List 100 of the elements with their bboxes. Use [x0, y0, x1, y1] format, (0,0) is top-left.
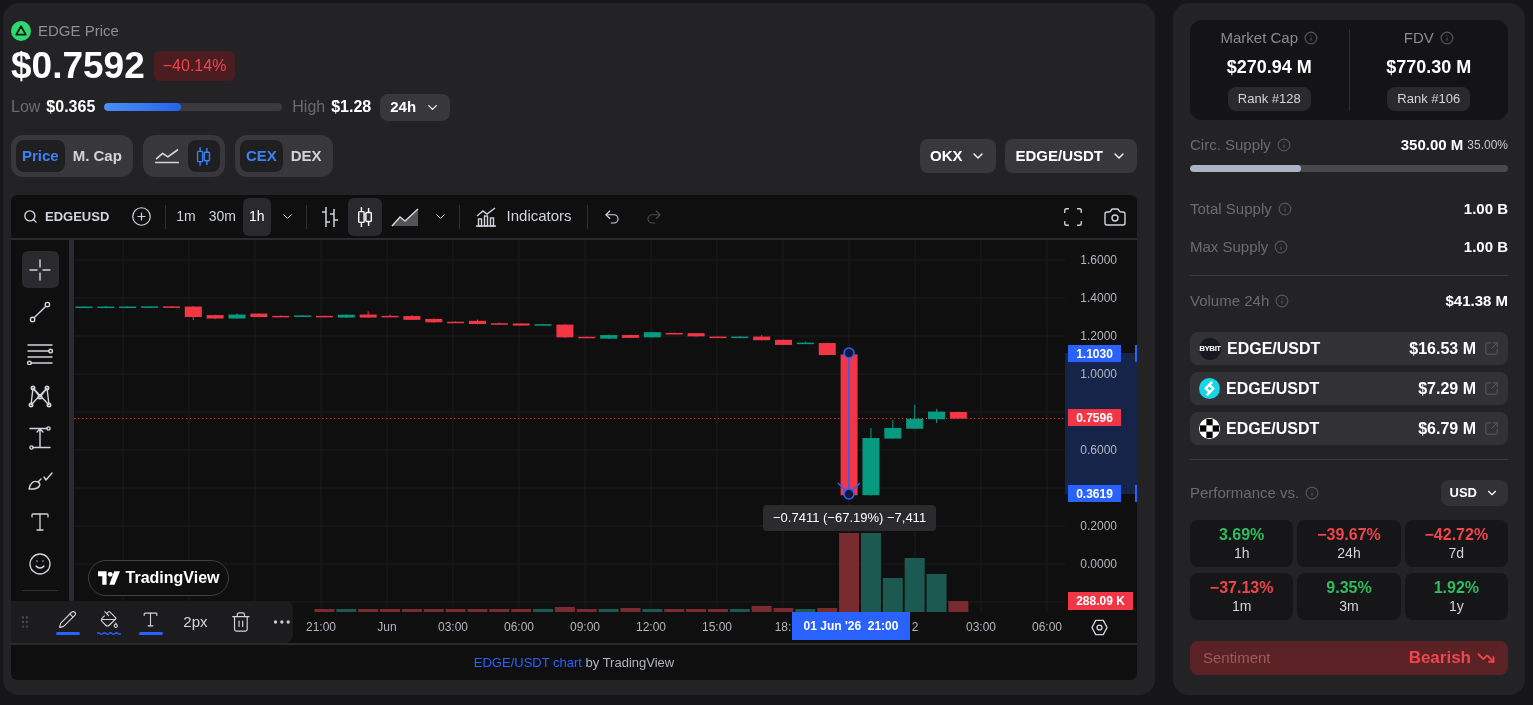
toggle-option[interactable]: CEX — [239, 140, 283, 172]
settings-icon[interactable] — [1090, 619, 1108, 636]
interval-tab[interactable]: 1m — [170, 197, 202, 236]
sentiment-value: Bearish — [1408, 647, 1471, 670]
market-dropdown[interactable]: OKX — [919, 139, 997, 173]
performance-period: 3m — [1339, 598, 1359, 615]
chart-style-button[interactable] — [347, 197, 382, 236]
candle — [796, 341, 814, 345]
checker-logo-icon — [1199, 418, 1220, 439]
toggle-option[interactable]: DEX — [284, 140, 328, 172]
interval-tab[interactable]: 1h — [243, 197, 271, 236]
undo-icon[interactable] — [602, 207, 621, 226]
line-chart-icon — [153, 148, 180, 164]
candle — [447, 320, 465, 324]
candle — [600, 334, 618, 340]
volume-tag: 288.09 K — [1068, 592, 1133, 610]
candle — [381, 314, 399, 318]
token-title: EDGE Price — [38, 20, 119, 41]
price-scale-label: 1.4000 — [1080, 291, 1117, 305]
search-icon — [23, 209, 38, 224]
price-change-badge: −40.14% — [153, 51, 236, 81]
candle — [272, 315, 290, 318]
candle — [184, 305, 202, 321]
candle — [687, 332, 705, 338]
metric-value: $770.30 M — [1386, 57, 1472, 77]
low-label: Low — [11, 97, 41, 117]
candle — [906, 404, 924, 430]
paint-bucket-icon — [99, 609, 119, 629]
interval-tab[interactable]: 30m — [202, 197, 242, 236]
area-chart-icon — [390, 206, 419, 227]
stat-value: 1.00 B — [1463, 236, 1508, 257]
toggle-option[interactable]: Price — [16, 140, 65, 172]
market-volume: $6.79 M — [1418, 418, 1476, 439]
info-icon[interactable] — [1439, 31, 1454, 45]
performance-period: 1m — [1231, 598, 1252, 615]
pencil-icon — [58, 609, 78, 629]
rank-badge: Rank #106 — [1387, 87, 1471, 111]
info-icon[interactable] — [1304, 31, 1318, 45]
rank-badge: Rank #128 — [1227, 87, 1311, 111]
price-tag: 1.1030 — [1068, 345, 1121, 362]
candle — [622, 334, 639, 339]
time-scale-label: 03:00 — [966, 620, 996, 634]
low-price: $0.365 — [46, 97, 96, 117]
time-scale-label: Jun — [377, 620, 397, 634]
price-scale-label: 0.6000 — [1080, 443, 1117, 457]
market-row[interactable]: EDGE/USDT $6.79 M — [1190, 412, 1508, 445]
stat-value: $41.38 M — [1445, 290, 1508, 311]
candle — [534, 323, 552, 326]
drawing-tool-button[interactable] — [21, 251, 59, 288]
chart-link[interactable]: EDGE/USDT chart — [473, 654, 582, 670]
market-pair: EDGE/USDT — [1226, 378, 1320, 399]
performance-change: 9.35% — [1326, 578, 1372, 597]
add-compare-icon[interactable] — [131, 206, 153, 227]
performance-change: −39.67% — [1317, 525, 1381, 544]
sentiment-label: Sentiment — [1203, 647, 1271, 668]
toggle-option[interactable]: M. Cap — [66, 140, 128, 172]
market-volume: $7.29 M — [1418, 378, 1476, 399]
chart-type-toggle[interactable] — [187, 140, 220, 172]
fullscreen-icon[interactable] — [1062, 205, 1084, 228]
price-scale-label: 0.2000 — [1080, 519, 1117, 533]
market-row[interactable]: BYBIT EDGE/USDT $16.53 M — [1190, 332, 1508, 365]
color-swatch-icon — [97, 631, 122, 635]
market-dropdown[interactable]: EDGE/USDT — [1005, 139, 1137, 173]
metric-label: Market Cap — [1220, 27, 1298, 48]
period-dropdown[interactable]: 24h — [380, 93, 451, 121]
time-scale-label: 21:00 — [306, 620, 336, 634]
high-label: High — [292, 97, 326, 117]
candle — [141, 305, 159, 308]
stat-label: Total Supply — [1190, 198, 1272, 219]
candle — [228, 313, 246, 320]
market-row[interactable]: EDGE/USDT $7.29 M — [1190, 372, 1508, 405]
smiley-icon — [28, 551, 52, 576]
candle — [119, 305, 137, 309]
indicators-icon — [474, 206, 497, 227]
trash-icon[interactable] — [229, 611, 252, 633]
supply-percent: 35.00% — [1467, 137, 1508, 154]
tradingview-badge[interactable]: TradingView — [88, 560, 229, 596]
line-width-button[interactable]: 2px — [179, 605, 212, 639]
time-scale-label: 06:00 — [1032, 620, 1062, 634]
candle — [928, 408, 946, 424]
candle — [469, 319, 486, 325]
time-scale-label: 18: — [774, 620, 792, 634]
price-scale-label: 1.0000 — [1080, 367, 1117, 381]
stat-value: 1.00 B — [1463, 198, 1508, 219]
currency-dropdown[interactable]: USD — [1440, 480, 1508, 506]
color-swatch-icon — [55, 631, 80, 635]
time-scale-label: 12:00 — [636, 620, 666, 634]
token-price: $0.7592 — [11, 50, 145, 82]
candle — [490, 322, 508, 325]
symbol-search-button[interactable]: EDGEUSD — [23, 206, 110, 227]
time-scale-label: 2 — [911, 620, 919, 634]
market-pair: EDGE/USDT — [1226, 418, 1320, 439]
candlestick-icon — [355, 205, 374, 228]
zigzag-pattern-icon — [28, 383, 52, 408]
performance-period: 1h — [1233, 545, 1250, 562]
indicators-button[interactable]: Indicators — [474, 205, 572, 228]
token-logo-icon — [11, 21, 31, 41]
price-scale-label: 1.2000 — [1080, 329, 1117, 343]
candle — [512, 322, 530, 327]
range-marker — [1135, 485, 1137, 502]
